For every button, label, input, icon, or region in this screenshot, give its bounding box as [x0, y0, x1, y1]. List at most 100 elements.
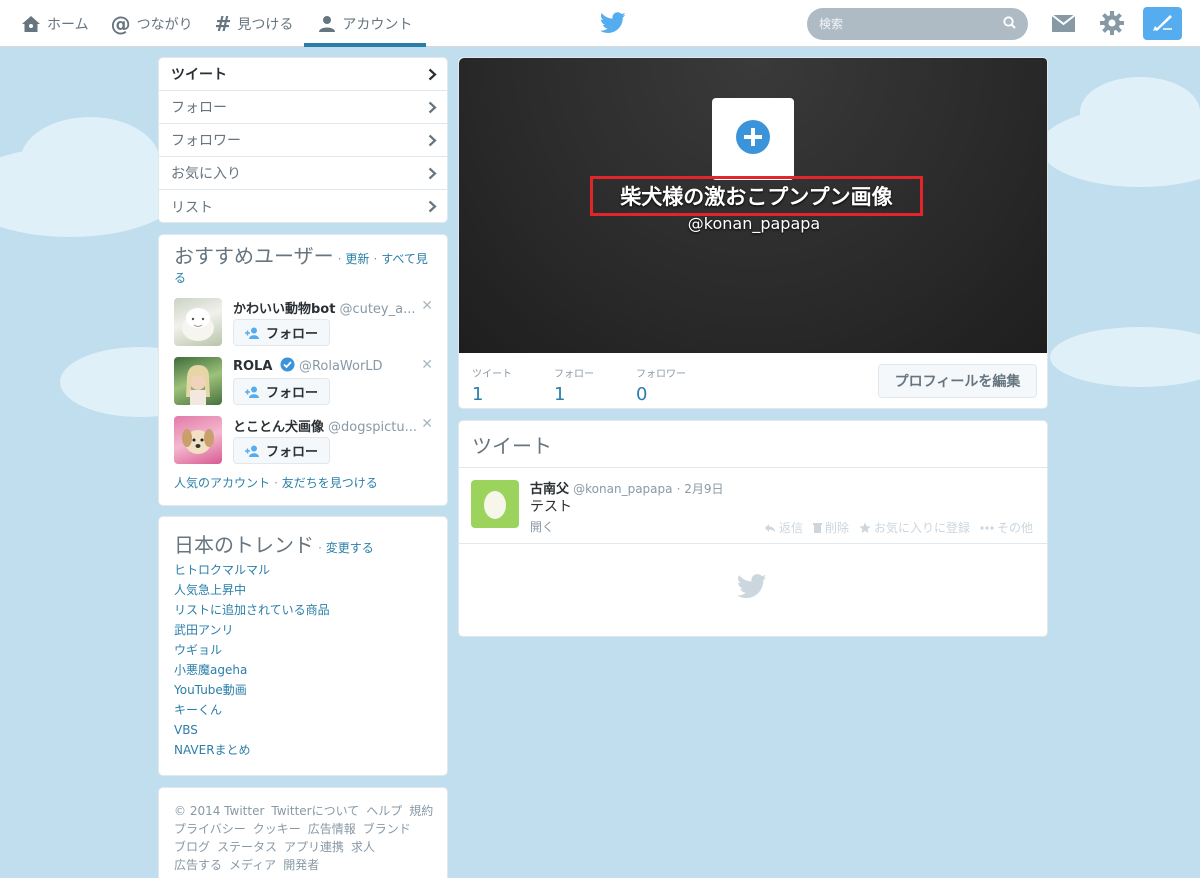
suggested-user-name[interactable]: ROLA: [233, 359, 272, 374]
menu-item-followers[interactable]: フォロワー: [159, 124, 447, 157]
footer-link[interactable]: ヘルプ: [366, 804, 402, 818]
nav-account-label: アカウント: [342, 16, 413, 33]
settings-gear-icon[interactable]: [1100, 11, 1124, 39]
wtf-footer: 人気のアカウント · 友だちを見つける: [174, 476, 378, 490]
tweet-author-name[interactable]: 古南父: [530, 482, 569, 497]
menu-item-following[interactable]: フォロー: [159, 91, 447, 124]
suggested-user-name[interactable]: かわいい動物bot: [233, 302, 335, 317]
tweet[interactable]: 古南父 @konan_papapa · 2月9日 テスト 開く 返信 削除 お気…: [459, 467, 1047, 544]
compose-tweet-button[interactable]: [1143, 7, 1182, 40]
twitter-bird-icon: [736, 574, 767, 603]
trends-header: 日本のトレンド · 変更する: [174, 533, 374, 557]
dismiss-icon[interactable]: ✕: [421, 416, 433, 432]
footer-link[interactable]: 規約: [409, 804, 433, 818]
trends-list: ヒトロクマルマル 人気急上昇中 リストに追加されている商品 武田アンリ ウギョル…: [174, 560, 330, 760]
tweet-timestamp[interactable]: 2月9日: [684, 482, 723, 496]
stat-label: ツイート: [472, 369, 512, 380]
nav-account[interactable]: アカウント: [304, 0, 427, 47]
reply-icon: [764, 523, 776, 533]
suggested-user: かわいい動物bot @cutey_a... ✕ フォロー: [159, 298, 447, 357]
suggested-user-handle: @cutey_a...: [339, 302, 416, 317]
suggested-user: ROLA @RolaWorLD ✕ フォロー: [159, 357, 447, 416]
footer-link[interactable]: ブログ: [174, 840, 210, 854]
footer-link[interactable]: ステータス: [217, 840, 277, 854]
favorite-action[interactable]: お気に入りに登録: [859, 519, 970, 536]
footer-link[interactable]: ブランド: [363, 822, 411, 836]
trend-item[interactable]: 人気急上昇中: [174, 580, 330, 600]
footer-link[interactable]: Twitterについて: [271, 804, 359, 818]
footer-link[interactable]: 求人: [351, 840, 375, 854]
search-input[interactable]: [819, 17, 1003, 31]
footer-link[interactable]: アプリ連携: [284, 840, 344, 854]
follow-button[interactable]: フォロー: [233, 319, 330, 346]
stat-following[interactable]: フォロー 1: [554, 365, 594, 405]
menu-item-favorites[interactable]: お気に入り: [159, 157, 447, 190]
footer-link[interactable]: 開発者: [283, 858, 319, 872]
follow-button-label: フォロー: [265, 386, 318, 401]
add-profile-photo-button[interactable]: [712, 98, 794, 180]
trends-module: 日本のトレンド · 変更する ヒトロクマルマル 人気急上昇中 リストに追加されて…: [158, 516, 448, 776]
footer-link[interactable]: メディア: [229, 858, 276, 872]
person-icon: [318, 15, 336, 33]
nav-discover[interactable]: # 見つける: [204, 0, 305, 47]
suggested-user-name[interactable]: とことん犬画像: [233, 420, 324, 435]
footer-link[interactable]: クッキー: [253, 822, 301, 836]
egg-icon: [484, 491, 506, 519]
menu-item-label: フォロワー: [171, 133, 241, 149]
display-name-highlight-box: 柴犬様の激おこプンプン画像: [590, 176, 923, 216]
tweet-text: テスト: [530, 499, 572, 515]
chevron-right-icon: [428, 200, 437, 213]
trend-item[interactable]: VBS: [174, 720, 330, 740]
footer-link[interactable]: 広告情報: [308, 822, 356, 836]
global-nav: ホーム @ つながり # 見つける アカウント: [10, 0, 427, 47]
stat-tweets[interactable]: ツイート 1: [472, 365, 512, 405]
trend-item[interactable]: YouTube動画: [174, 680, 330, 700]
trend-item[interactable]: 小悪魔ageha: [174, 660, 330, 680]
trend-item[interactable]: ヒトロクマルマル: [174, 560, 330, 580]
footer-link[interactable]: プライバシー: [174, 822, 246, 836]
popular-accounts-link[interactable]: 人気のアカウント: [174, 476, 270, 490]
tweet-header: 古南父 @konan_papapa · 2月9日: [530, 482, 724, 497]
menu-item-tweets[interactable]: ツイート: [159, 58, 447, 91]
more-action[interactable]: その他: [980, 519, 1033, 536]
menu-item-lists[interactable]: リスト: [159, 190, 447, 223]
global-nav-bar: ホーム @ つながり # 見つける アカウント: [0, 0, 1200, 47]
avatar[interactable]: [174, 357, 222, 405]
egg-avatar[interactable]: [471, 480, 519, 528]
home-icon: [21, 15, 41, 33]
nav-connect[interactable]: @ つながり: [100, 0, 204, 47]
footer-link[interactable]: 広告する: [174, 858, 222, 872]
trends-change-link[interactable]: 変更する: [326, 541, 374, 555]
follow-button[interactable]: フォロー: [233, 378, 330, 405]
dismiss-icon[interactable]: ✕: [421, 298, 433, 314]
nav-home[interactable]: ホーム: [10, 0, 100, 47]
dismiss-icon[interactable]: ✕: [421, 357, 433, 373]
trend-item[interactable]: 武田アンリ: [174, 620, 330, 640]
find-friends-link[interactable]: 友だちを見つける: [282, 476, 378, 490]
stat-followers[interactable]: フォロワー 0: [636, 365, 686, 405]
delete-action[interactable]: 削除: [813, 519, 849, 536]
edit-profile-button[interactable]: プロフィールを編集: [878, 364, 1037, 398]
tweet-actions: 返信 削除 お気に入りに登録 その他: [764, 519, 1043, 536]
messages-icon[interactable]: [1051, 14, 1076, 37]
timeline-title: ツイート: [472, 434, 552, 458]
timeline-module: ツイート 古南父 @konan_papapa · 2月9日 テスト 開く 返信 …: [458, 420, 1048, 637]
reply-action[interactable]: 返信: [764, 519, 803, 536]
trend-item[interactable]: ウギョル: [174, 640, 330, 660]
avatar[interactable]: [174, 416, 222, 464]
who-to-follow-module: おすすめユーザー · 更新 · すべて見る かわいい動物bot @cutey_a.…: [158, 234, 448, 506]
search-box[interactable]: [807, 8, 1028, 40]
trend-item[interactable]: リストに追加されている商品: [174, 600, 330, 620]
stat-value: 1: [472, 384, 484, 405]
avatar[interactable]: [174, 298, 222, 346]
search-icon[interactable]: [1003, 15, 1016, 33]
follow-button[interactable]: フォロー: [233, 437, 330, 464]
at-icon: @: [110, 11, 131, 36]
trend-item[interactable]: キーくん: [174, 700, 330, 720]
tweet-expand-link[interactable]: 開く: [530, 518, 554, 535]
menu-item-label: リスト: [171, 199, 213, 216]
twitter-bird-icon[interactable]: [599, 12, 626, 38]
stat-label: フォロー: [554, 369, 594, 380]
trend-item[interactable]: NAVERまとめ: [174, 740, 330, 760]
wtf-refresh-link[interactable]: 更新: [345, 252, 369, 266]
